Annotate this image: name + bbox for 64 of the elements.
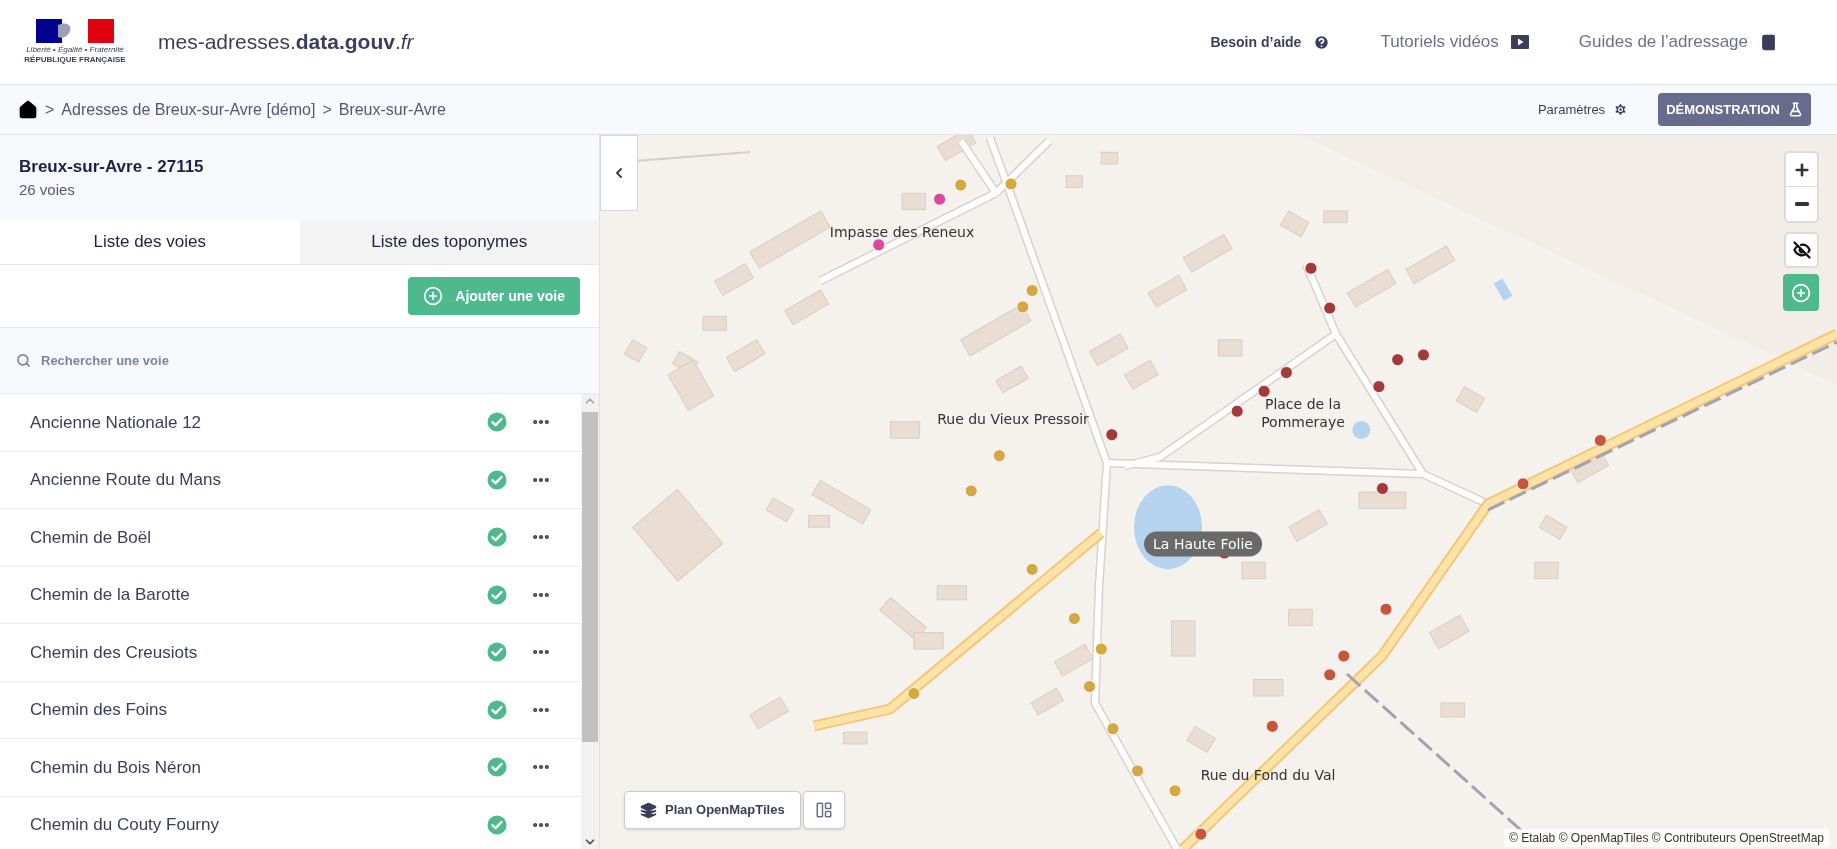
- check-badge-icon: [487, 412, 507, 433]
- help-link[interactable]: Besoin d’aide: [1210, 31, 1331, 53]
- map-street-label: Rue du Vieux Pressoir: [937, 410, 1089, 428]
- book-icon: [1760, 33, 1777, 51]
- layers-icon: [640, 801, 657, 819]
- map-style-button[interactable]: Plan OpenMapTiles: [624, 791, 801, 829]
- site-name-link[interactable]: mes-adresses.data.gouv.fr: [158, 26, 414, 58]
- check-badge-icon: [487, 699, 507, 720]
- commune-subtitle: 26 voies: [19, 180, 76, 200]
- breadcrumb-separator: >: [322, 99, 332, 120]
- plus-circle-icon: [423, 286, 444, 306]
- demo-badge: DÉMONSTRATION: [1658, 93, 1811, 126]
- logo-motto: Liberté • Égalité • Fraternité: [26, 45, 124, 54]
- street-name: Chemin du Bois Néron: [30, 756, 203, 779]
- street-name: Chemin du Couty Fourny: [30, 814, 220, 836]
- marianne-flag-icon: [36, 19, 114, 43]
- breadcrumb-separator: >: [45, 99, 55, 120]
- list-tab[interactable]: Liste des toponymes: [299, 220, 599, 264]
- street-row[interactable]: Chemin de la Barotte: [0, 566, 581, 624]
- layout-button[interactable]: [802, 791, 845, 829]
- video-tutorials-link[interactable]: Tutoriels vidéos: [1380, 29, 1529, 55]
- commune-title: Breux-sur-Avre - 27115: [19, 155, 205, 178]
- map-street-label: Impasse des Reneux: [829, 223, 975, 241]
- check-badge-icon: [487, 757, 507, 778]
- home-icon[interactable]: [18, 99, 38, 120]
- map-toponym-label: La Haute Folie: [1144, 531, 1262, 557]
- breadcrumb-link[interactable]: Adresses de Breux-sur-Avre [démo]: [61, 97, 316, 122]
- street-name: Chemin des Creusiots: [30, 641, 199, 664]
- settings-icon: [1613, 102, 1629, 117]
- hide-addresses-button[interactable]: [1784, 232, 1819, 268]
- republique-francaise-logo[interactable]: Liberté • Égalité • Fraternité RÉPUBLIQUE FRANÇAISE: [20, 19, 130, 65]
- map-attribution: © Etalab © OpenMapTiles © Contributeurs OpenStreetMap: [1504, 829, 1829, 847]
- check-badge-icon: [487, 814, 507, 835]
- street-row[interactable]: Ancienne Route du Mans: [0, 451, 581, 509]
- logo-name: RÉPUBLIQUE FRANÇAISE: [24, 55, 126, 65]
- street-name: Ancienne Route du Mans: [30, 469, 222, 491]
- map-street-label: Place de la Pommeraye: [1260, 395, 1346, 431]
- street-row[interactable]: Chemin de Boël: [0, 509, 581, 567]
- minus-icon: [1794, 202, 1809, 206]
- help-icon: [1313, 33, 1331, 51]
- check-badge-icon: [487, 642, 507, 663]
- street-name: Chemin de Boël: [30, 526, 152, 549]
- street-row[interactable]: Chemin des Creusiots: [0, 624, 581, 682]
- plus-circle-icon: [1791, 282, 1811, 303]
- street-name: Chemin des Foins: [30, 699, 168, 721]
- street-row[interactable]: Ancienne Nationale 12: [0, 394, 581, 452]
- search-field[interactable]: Rechercher une voie: [0, 328, 599, 393]
- check-badge-icon: [487, 469, 507, 490]
- layout-icon: [814, 801, 833, 819]
- eye-off-icon: [1792, 241, 1811, 259]
- scrollbar[interactable]: [581, 394, 599, 849]
- street-row[interactable]: Chemin du Bois Néron: [0, 739, 581, 797]
- street-name: Chemin de la Barotte: [30, 584, 191, 606]
- flask-icon: [1788, 102, 1803, 117]
- check-badge-icon: [487, 584, 507, 605]
- check-badge-icon: [487, 527, 507, 548]
- play-icon: [1510, 35, 1529, 49]
- search-icon: [16, 353, 31, 368]
- scrollbar-thumb[interactable]: [582, 412, 598, 742]
- breadcrumb-current: Breux-sur-Avre: [338, 99, 446, 120]
- settings-button[interactable]: Paramètres: [1537, 99, 1629, 120]
- street-row[interactable]: Chemin des Foins: [0, 681, 581, 739]
- guides-link[interactable]: Guides de l’adressage: [1578, 29, 1777, 55]
- street-name: Ancienne Nationale 12: [30, 411, 203, 434]
